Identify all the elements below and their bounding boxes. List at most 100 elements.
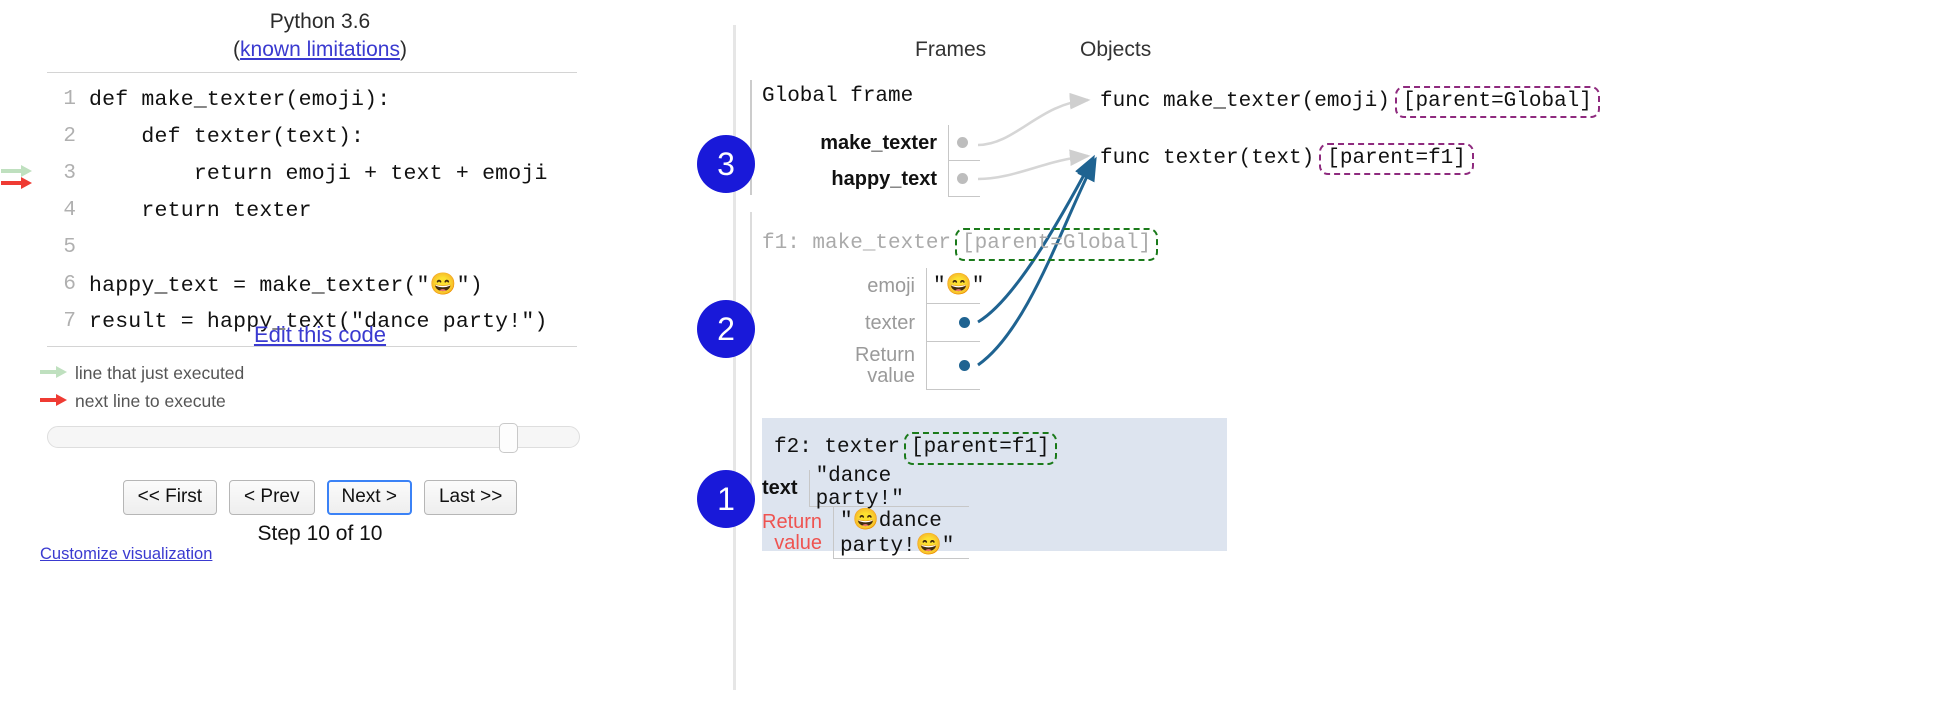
code-text: def texter(text):	[89, 124, 365, 149]
var-name-line2: value	[867, 365, 915, 387]
green-arrow-icon	[40, 366, 67, 378]
var-value: "dance party!"	[808, 465, 969, 511]
objects-column-header: Objects	[1080, 38, 1152, 61]
frame-global-title: Global frame	[762, 85, 914, 108]
object-label: func texter(text)	[1100, 147, 1315, 170]
annotation-bubble-1: 1	[697, 470, 755, 528]
legend-label: line that just executed	[75, 362, 245, 383]
step-button-prev[interactable]: < Prev	[229, 480, 315, 515]
annotation-bubble-2: 2	[697, 300, 755, 358]
pointer-dot-icon	[959, 317, 970, 328]
red-arrow-icon	[1, 177, 32, 189]
panel-divider	[733, 25, 736, 690]
step-slider-track[interactable]	[47, 423, 580, 453]
code-text: return emoji + text + emoji	[89, 161, 548, 186]
var-row: make_texter	[750, 125, 980, 161]
edit-code-wrap: Edit this code	[0, 322, 640, 348]
visualization-panel: Frames Objects Global frame make_texter …	[697, 0, 1938, 720]
var-value	[926, 342, 980, 390]
code-line[interactable]: 4 return texter	[47, 192, 577, 229]
frame-f1-parent-tag: [parent=Global]	[955, 228, 1159, 262]
frame-global-vars: make_texter happy_text	[750, 125, 980, 197]
frame-f1-vars: emoji "😄" texter Return value	[750, 268, 984, 390]
var-row: emoji "😄"	[750, 268, 984, 304]
object-label: func make_texter(emoji)	[1100, 90, 1390, 113]
python-version-header: Python 3.6 (known limitations)	[0, 8, 640, 63]
frame-f2-vars: text "dance party!" Return value "😄dance …	[762, 465, 969, 559]
var-name: text	[762, 477, 798, 499]
var-name-line2: value	[774, 532, 823, 554]
var-name: make_texter	[820, 131, 937, 154]
legend-row: next line to execute	[40, 388, 244, 414]
paren-open: (	[233, 37, 241, 61]
python-tutor-visualizer: Python 3.6 (known limitations) 1 def make…	[0, 0, 1938, 720]
pointer-dot-icon	[957, 173, 968, 184]
var-name: emoji	[867, 274, 915, 297]
code-line[interactable]: 5	[47, 229, 577, 266]
object-parent-tag: [parent=Global]	[1394, 86, 1600, 118]
legend-label: next line to execute	[75, 390, 226, 411]
execution-arrows	[1, 155, 45, 192]
step-counter-label: Step 10 of 10	[257, 522, 383, 545]
frame-f1-title: f1: make_texter	[762, 232, 952, 255]
object-parent-tag: [parent=f1]	[1319, 143, 1474, 175]
paren-close: )	[399, 37, 407, 61]
line-number: 5	[63, 236, 76, 259]
var-name-line1: Return	[762, 511, 823, 533]
code-text: return texter	[89, 198, 312, 223]
code-line[interactable]: 1 def make_texter(emoji):	[47, 81, 577, 118]
code-line[interactable]: 2 def texter(text):	[47, 118, 577, 155]
var-name: Return value	[855, 342, 926, 390]
pointer-dot-icon	[959, 360, 970, 371]
frame-f2: f2: texter [parent=f1]	[774, 432, 1057, 466]
code-line[interactable]: 6 happy_text = make_texter("😄")	[47, 266, 577, 303]
line-number: 6	[63, 273, 76, 296]
code-display: 1 def make_texter(emoji): 2 def texter(tex…	[1, 72, 577, 347]
frame-f2-parent-tag: [parent=f1]	[904, 432, 1057, 466]
known-limitations-link[interactable]: known limitations	[240, 38, 400, 61]
code-text: def make_texter(emoji):	[89, 87, 391, 112]
frames-column-header: Frames	[915, 38, 987, 61]
var-value-text: "dance party!"	[815, 465, 904, 511]
step-button-next[interactable]: Next >	[326, 480, 412, 515]
var-value: "😄dance party!😄"	[833, 507, 969, 559]
var-name: texter	[864, 311, 915, 334]
edit-this-code-link[interactable]: Edit this code	[254, 322, 386, 347]
code-text: happy_text = make_texter("😄")	[89, 273, 483, 298]
object-func-make-texter: func make_texter(emoji) [parent=Global]	[1100, 86, 1600, 118]
var-value	[948, 125, 980, 161]
execution-legend: line that just executed next line to exec…	[40, 360, 244, 416]
red-arrow-icon	[40, 394, 67, 406]
frame-f2-title: f2: texter	[774, 436, 901, 459]
line-number: 2	[63, 125, 76, 148]
python-version-label: Python 3.6	[269, 10, 371, 33]
step-slider-handle[interactable]	[499, 423, 518, 453]
known-limitations-line: (known limitations)	[0, 36, 640, 64]
annotation-bubble-3: 3	[697, 135, 755, 193]
var-name: Return value	[762, 507, 833, 559]
code-line[interactable]: 3 return emoji + text + emoji	[1, 155, 577, 192]
customize-visualization-link[interactable]: Customize visualization	[40, 545, 212, 564]
frame-global: Global frame	[762, 85, 913, 108]
step-button-last[interactable]: Last >>	[423, 480, 518, 515]
var-row: texter	[750, 304, 980, 342]
var-name-line1: Return	[854, 344, 915, 366]
step-controls: << First < Prev Next > Last >>	[0, 480, 640, 515]
var-value-text: "😄"	[933, 275, 985, 298]
var-value-text: "😄dance party!😄"	[840, 509, 955, 558]
code-panel: Python 3.6 (known limitations) 1 def make…	[0, 0, 733, 720]
var-name: happy_text	[831, 167, 937, 190]
var-row: text "dance party!"	[762, 465, 969, 511]
var-value	[948, 161, 980, 197]
var-row: Return value	[750, 342, 980, 390]
legend-row: line that just executed	[40, 360, 244, 386]
var-value	[926, 304, 980, 342]
line-number: 4	[63, 199, 76, 222]
line-number: 1	[63, 88, 76, 111]
var-value: "😄"	[926, 268, 984, 304]
var-row: Return value "😄dance party!😄"	[762, 507, 969, 559]
object-func-texter: func texter(text) [parent=f1]	[1100, 143, 1474, 175]
var-row: happy_text	[750, 161, 980, 197]
step-button-first[interactable]: << First	[122, 480, 218, 515]
pointer-dot-icon	[957, 137, 968, 148]
